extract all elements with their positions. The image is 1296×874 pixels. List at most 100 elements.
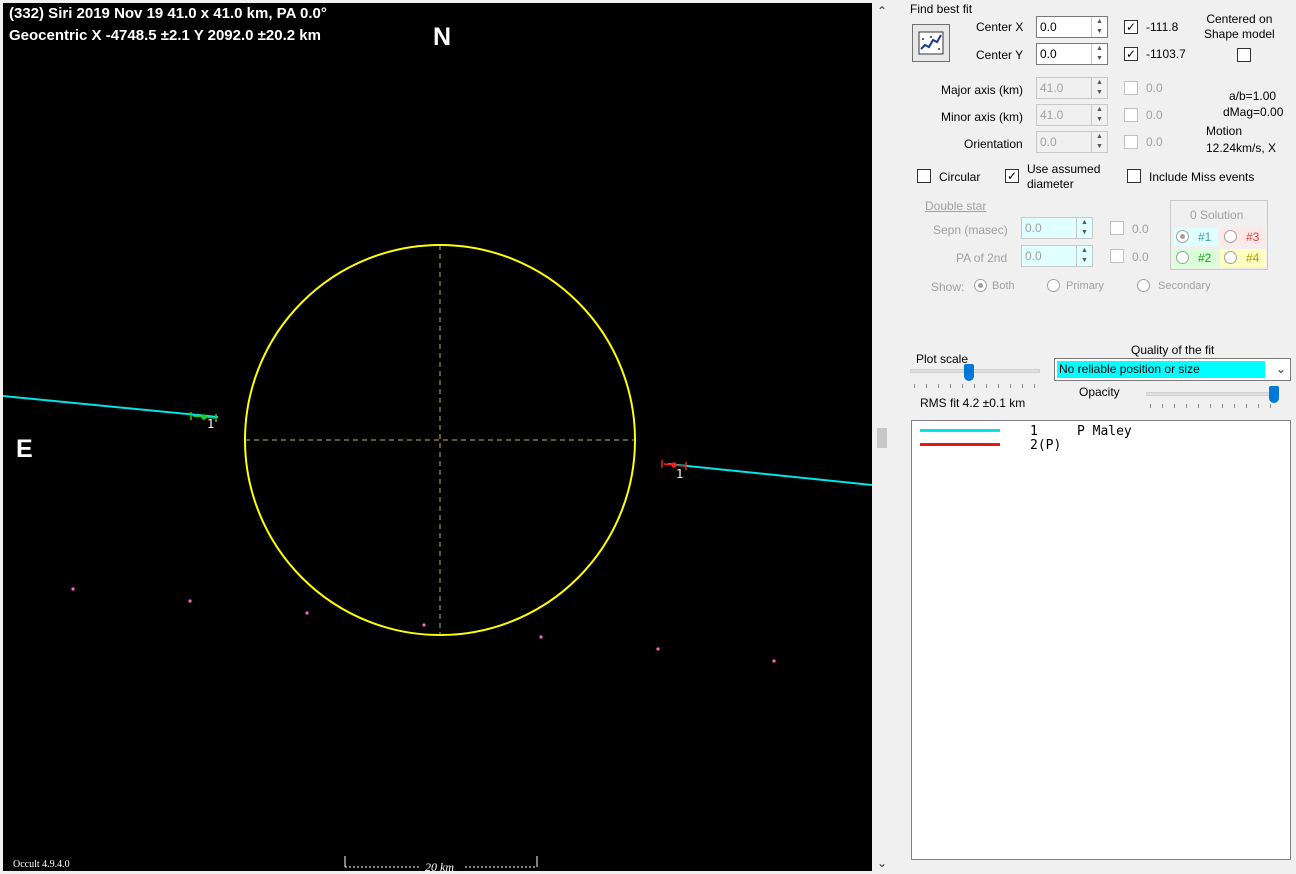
opacity-label: Opacity (1079, 385, 1120, 399)
major-axis-fit-checkbox[interactable] (1124, 81, 1138, 95)
minor-axis-label: Minor axis (km) (941, 110, 1024, 124)
solution-4-radio[interactable] (1224, 251, 1237, 264)
solution-3-label: #3 (1246, 230, 1260, 244)
major-axis-fit-value: 0.0 (1146, 81, 1163, 95)
dmag-text: dMag=0.00 (1223, 105, 1284, 119)
center-y-input[interactable]: 0.0 ▲ ▼ (1036, 43, 1108, 65)
plot-scale-ticks (914, 384, 1038, 388)
path-dot (71, 587, 75, 591)
plot-scale-slider[interactable] (964, 364, 974, 381)
center-y-fit-value: -1103.7 (1146, 47, 1186, 61)
show-both-radio[interactable] (974, 279, 987, 292)
sepn-fit-value: 0.0 (1132, 222, 1149, 236)
pa2-fit-checkbox[interactable] (1110, 249, 1124, 263)
sepn-input[interactable]: 0.0 ▲ ▼ (1021, 217, 1093, 239)
chart-fit-icon (918, 31, 944, 55)
path-dot (772, 659, 776, 663)
plot-canvas (3, 244, 872, 868)
center-x-label: Center X (976, 20, 1024, 34)
scroll-thumb[interactable] (877, 428, 887, 448)
scale-label: 20 km (425, 860, 454, 871)
find-best-fit-label: Find best fit (910, 2, 973, 16)
solution-1-radio[interactable] (1176, 230, 1189, 243)
east-label: E (16, 435, 33, 463)
path-dot (305, 611, 309, 615)
path-dot (422, 623, 426, 627)
observer-legend: 1 P Maley 2(P) (911, 420, 1291, 860)
circular-label: Circular (939, 170, 981, 184)
minor-axis-fit-checkbox[interactable] (1124, 108, 1138, 122)
occultation-plot[interactable]: (332) Siri 2019 Nov 19 41.0 x 41.0 km, P… (3, 3, 872, 871)
quality-value: No reliable position or size (1057, 361, 1265, 378)
orientation-fit-value: 0.0 (1146, 135, 1163, 149)
motion-label: Motion (1206, 124, 1243, 138)
use-assumed-diameter-checkbox[interactable]: ✓ (1005, 169, 1019, 183)
center-y-label: Center Y (976, 48, 1024, 62)
opacity-slider[interactable] (1269, 386, 1279, 403)
minor-axis-fit-value: 0.0 (1146, 108, 1163, 122)
include-miss-checkbox[interactable] (1127, 169, 1141, 183)
path-dot (188, 599, 192, 603)
pa2-input[interactable]: 0.0 ▲ ▼ (1021, 245, 1093, 267)
sepn-fit-checkbox[interactable] (1110, 221, 1124, 235)
chord-label-left: 1 (207, 417, 215, 431)
opacity-track[interactable] (1146, 392, 1278, 396)
solution-1-label: #1 (1198, 230, 1212, 244)
pa2-fit-value: 0.0 (1132, 250, 1149, 264)
plot-title-line1: (332) Siri 2019 Nov 19 41.0 x 41.0 km, P… (9, 5, 327, 22)
show-primary-radio[interactable] (1047, 279, 1060, 292)
legend-entry-1: 1 P Maley (1030, 424, 1132, 439)
solution-2[interactable]: #2 (1174, 249, 1218, 267)
rms-fit-text: RMS fit 4.2 ±0.1 km (920, 396, 1026, 410)
sepn-label: Sepn (masec) (933, 223, 1008, 237)
circular-checkbox[interactable] (917, 169, 931, 183)
chord-1-right-segment (667, 463, 872, 486)
legend-line-2 (920, 443, 1000, 446)
pa2-label: PA of 2nd (956, 251, 1008, 265)
show-both-label: Both (992, 280, 1015, 292)
solution-3[interactable]: #3 (1220, 228, 1266, 246)
center-x-input[interactable]: 0.0 ▲ ▼ (1036, 16, 1108, 38)
centered-on-shape-checkbox[interactable] (1237, 48, 1251, 62)
chord-1-left-segment (3, 395, 219, 418)
orientation-fit-checkbox[interactable] (1124, 135, 1138, 149)
centered-on-shape-label: Centered on Shape model (1204, 12, 1275, 41)
legend-line-1 (920, 429, 1000, 432)
plot-scrollbar[interactable]: ⌃ ⌄ (872, 0, 892, 874)
orientation-label: Orientation (964, 137, 1023, 151)
center-x-fit-checkbox[interactable]: ✓ (1124, 20, 1138, 34)
path-dot (539, 635, 543, 639)
major-axis-label: Major axis (km) (941, 83, 1024, 97)
motion-value: 12.24km/s, X (1206, 141, 1277, 155)
north-label: N (433, 23, 452, 51)
ab-ratio-text: a/b=1.00 (1229, 89, 1277, 103)
solution-2-radio[interactable] (1176, 251, 1189, 264)
solution-1[interactable]: #1 (1174, 228, 1218, 246)
show-primary-label: Primary (1066, 280, 1104, 292)
minor-axis-input[interactable]: 41.0 ▲ ▼ (1036, 104, 1108, 126)
major-axis-input[interactable]: 41.0 ▲ ▼ (1036, 77, 1108, 99)
solution-2-label: #2 (1198, 251, 1212, 265)
chord-label-right: 1 (676, 467, 684, 481)
show-label: Show: (931, 280, 965, 294)
path-dot (656, 647, 660, 651)
plot-scale-label: Plot scale (916, 352, 969, 366)
use-assumed-diameter-label: Use assumed diameter (1027, 162, 1101, 191)
scroll-down-arrow-icon[interactable]: ⌄ (877, 856, 887, 870)
find-best-fit-button[interactable] (912, 24, 950, 62)
chevron-down-icon[interactable]: ⌄ (1276, 362, 1286, 376)
solution-3-radio[interactable] (1224, 230, 1237, 243)
quality-label: Quality of the fit (1131, 343, 1215, 357)
include-miss-label: Include Miss events (1149, 170, 1255, 184)
scroll-up-arrow-icon[interactable]: ⌃ (877, 4, 887, 18)
show-secondary-radio[interactable] (1137, 279, 1150, 292)
plot-scale-track[interactable] (910, 369, 1040, 373)
orientation-input[interactable]: 0.0 ▲ ▼ (1036, 131, 1108, 153)
opacity-ticks (1150, 404, 1274, 408)
plot-title-line2: Geocentric X -4748.5 ±2.1 Y 2092.0 ±20.2… (9, 27, 321, 44)
quality-combo[interactable]: No reliable position or size ⌄ (1054, 358, 1291, 381)
show-secondary-label: Secondary (1158, 280, 1211, 292)
solution-4[interactable]: #4 (1220, 249, 1266, 267)
solution-4-label: #4 (1246, 251, 1260, 265)
center-y-fit-checkbox[interactable]: ✓ (1124, 47, 1138, 61)
